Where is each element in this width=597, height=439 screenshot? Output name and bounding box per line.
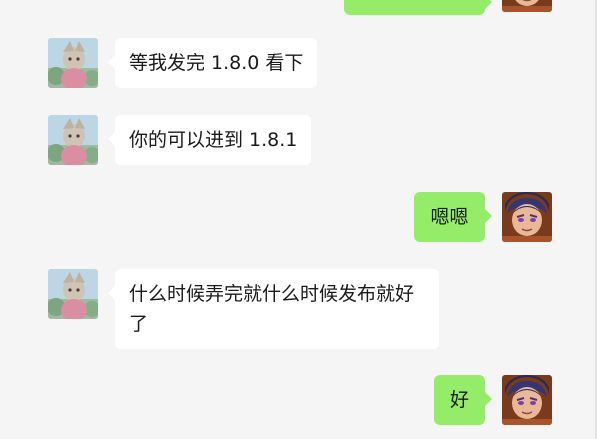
- message-text: 嗯嗯: [430, 206, 469, 228]
- message-bubble-outgoing[interactable]: 好: [434, 375, 492, 425]
- message-bubble-outgoing[interactable]: 嗯嗯: [414, 192, 492, 242]
- message-text: 等我发完 1.8.0 看下: [129, 52, 304, 74]
- chat-area: 等我发完 1.8.0 看下 你的可以进到 1.8.1 嗯嗯 什么时候弄完就什么时…: [0, 0, 597, 439]
- avatar-outgoing[interactable]: [502, 0, 552, 12]
- message-text: 什么时候弄完就什么时候发布就好了: [129, 283, 415, 335]
- avatar-incoming[interactable]: [48, 115, 98, 165]
- avatar-incoming[interactable]: [48, 38, 98, 88]
- message-text: 你的可以进到 1.8.1: [129, 129, 298, 151]
- avatar-incoming[interactable]: [48, 269, 98, 319]
- anime-character-avatar-icon: [502, 0, 552, 12]
- avatar-outgoing[interactable]: [502, 192, 552, 242]
- anime-character-avatar-icon: [48, 115, 98, 165]
- message-bubble-incoming[interactable]: 你的可以进到 1.8.1: [107, 115, 312, 165]
- anime-character-avatar-icon: [502, 192, 552, 242]
- avatar-outgoing[interactable]: [502, 375, 552, 425]
- message-text: 好: [449, 389, 469, 411]
- message-bubble-incoming[interactable]: 什么时候弄完就什么时候发布就好了: [108, 269, 439, 349]
- anime-character-avatar-icon: [48, 38, 98, 88]
- message-bubble-outgoing[interactable]: [344, 0, 492, 15]
- anime-character-avatar-icon: [502, 375, 552, 425]
- anime-character-avatar-icon: [48, 269, 98, 319]
- message-bubble-incoming[interactable]: 等我发完 1.8.0 看下: [107, 38, 318, 88]
